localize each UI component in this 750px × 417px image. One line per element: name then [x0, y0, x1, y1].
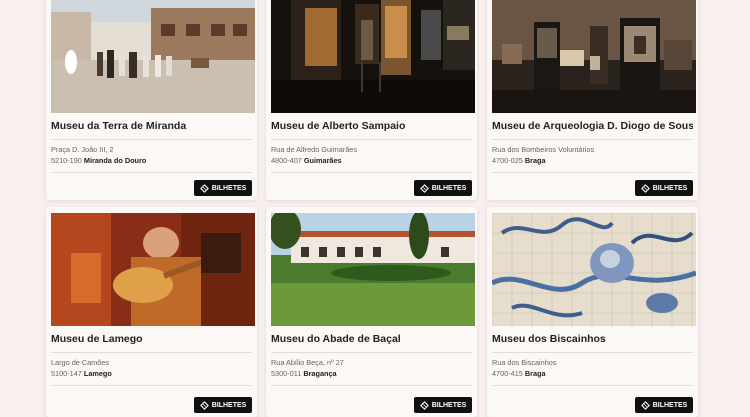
divider — [492, 172, 693, 173]
museum-photo[interactable] — [271, 0, 475, 113]
postcode: 4800-407 — [271, 155, 302, 165]
museum-card[interactable]: Museu de Alberto Sampaio Rua de Alfredo … — [266, 0, 477, 200]
tickets-button[interactable]: BILHETES — [635, 180, 693, 196]
ticket-icon — [419, 183, 429, 193]
postcode: 5210-190 — [51, 155, 82, 165]
museum-name[interactable]: Museu de Arqueologia D. Diogo de Sousa — [492, 120, 693, 134]
divider — [271, 172, 472, 173]
city: Bragança — [303, 368, 337, 378]
tickets-button-label: BILHETES — [211, 401, 247, 409]
city: Lamego — [83, 368, 112, 378]
museum-name[interactable]: Museu dos Biscainhos — [492, 333, 693, 347]
postcode: 4700-415 — [492, 368, 523, 378]
tickets-button[interactable]: BILHETES — [194, 397, 252, 413]
postcode: 5300-011 — [271, 368, 302, 378]
tickets-button[interactable]: BILHETES — [414, 397, 472, 413]
museum-name[interactable]: Museu de Alberto Sampaio — [271, 120, 472, 134]
museum-photo[interactable] — [271, 213, 475, 326]
museum-name[interactable]: Museu de Lamego — [51, 333, 252, 347]
street: Rua dos Bombeiros Voluntários — [492, 145, 595, 154]
museum-card[interactable]: Museu de Arqueologia D. Diogo de Sousa R… — [487, 0, 698, 200]
museum-card[interactable]: Museu dos Biscainhos Rua dos Biscainhos … — [487, 207, 698, 417]
street: Rua dos Biscainhos — [492, 358, 557, 367]
museum-photo[interactable] — [492, 213, 696, 326]
museum-photo[interactable] — [492, 0, 696, 113]
divider — [492, 352, 693, 353]
tickets-button[interactable]: BILHETES — [194, 180, 252, 196]
street: Rua Abílio Beça, nº 27 — [271, 358, 344, 367]
museum-address: Rua dos Bombeiros Voluntários 4700-025 B… — [492, 145, 693, 166]
ticket-icon — [199, 183, 209, 193]
divider — [51, 139, 252, 140]
tickets-button-label: BILHETES — [652, 401, 688, 409]
ticket-icon — [419, 400, 429, 410]
city: Braga — [524, 368, 546, 378]
tickets-button[interactable]: BILHETES — [635, 397, 693, 413]
street: Largo de Camões — [51, 358, 110, 367]
ticket-icon — [640, 400, 650, 410]
street: Rua de Alfredo Guimarães — [271, 145, 357, 154]
museum-card[interactable]: Museu de Lamego Largo de Camões 5100-147… — [46, 207, 257, 417]
museum-photo[interactable] — [51, 213, 255, 326]
city: Miranda do Douro — [83, 155, 147, 165]
divider — [51, 385, 252, 386]
museum-name[interactable]: Museu do Abade de Baçal — [271, 333, 472, 347]
city: Braga — [524, 155, 546, 165]
tickets-button-label: BILHETES — [431, 184, 467, 192]
tickets-button-label: BILHETES — [431, 401, 467, 409]
museum-card[interactable]: Museu da Terra de Miranda Praça D. João … — [46, 0, 257, 200]
divider — [271, 139, 472, 140]
museum-address: Rua dos Biscainhos 4700-415 Braga — [492, 358, 693, 379]
postcode: 5100-147 — [51, 368, 82, 378]
museum-address: Praça D. João III, 2 5210-190 Miranda do… — [51, 145, 252, 166]
museum-address: Largo de Camões 5100-147 Lamego — [51, 358, 252, 379]
city: Guimarães — [303, 155, 342, 165]
street: Praça D. João III, 2 — [51, 145, 114, 154]
ticket-icon — [640, 183, 650, 193]
museum-name[interactable]: Museu da Terra de Miranda — [51, 120, 252, 134]
divider — [271, 385, 472, 386]
divider — [51, 172, 252, 173]
tickets-button[interactable]: BILHETES — [414, 180, 472, 196]
postcode: 4700-025 — [492, 155, 523, 165]
museum-card[interactable]: Museu do Abade de Baçal Rua Abílio Beça,… — [266, 207, 477, 417]
ticket-icon — [199, 400, 209, 410]
museum-address: Rua de Alfredo Guimarães 4800-407 Guimar… — [271, 145, 472, 166]
tickets-button-label: BILHETES — [652, 184, 688, 192]
museum-address: Rua Abílio Beça, nº 27 5300-011 Bragança — [271, 358, 472, 379]
divider — [51, 352, 252, 353]
tickets-button-label: BILHETES — [211, 184, 247, 192]
divider — [492, 385, 693, 386]
divider — [492, 139, 693, 140]
museum-photo[interactable] — [51, 0, 255, 113]
divider — [271, 352, 472, 353]
